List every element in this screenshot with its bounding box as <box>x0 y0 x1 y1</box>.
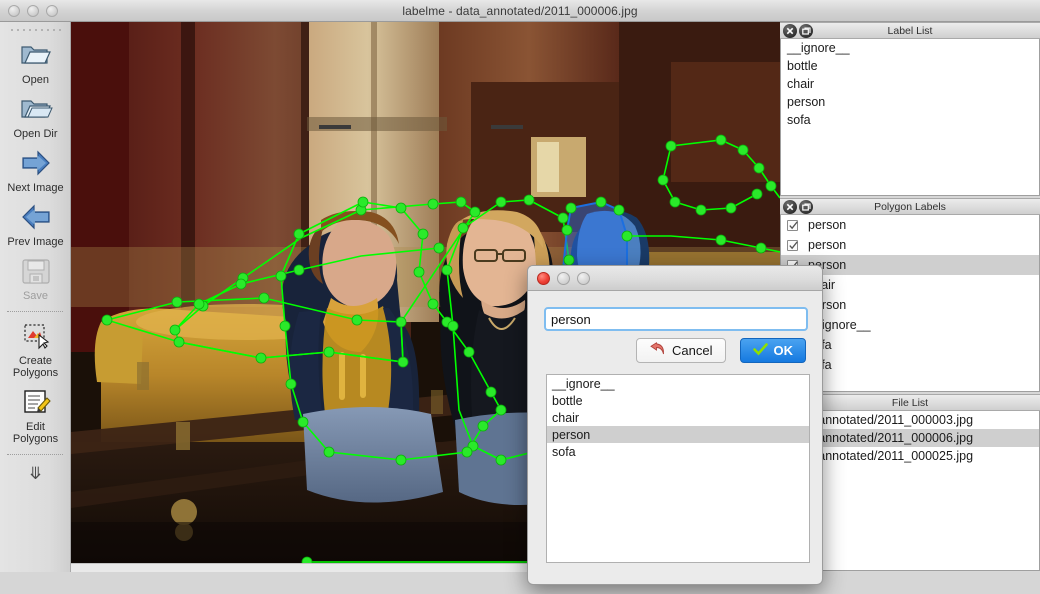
label-list-item-text: chair <box>787 77 815 91</box>
label-list-dock-buttons[interactable] <box>783 24 813 38</box>
edit-polygon-icon <box>19 385 53 419</box>
close-icon[interactable] <box>783 24 797 38</box>
toolbar-label-open: Open <box>22 74 49 86</box>
toolbar-drag-handle[interactable] <box>9 26 61 32</box>
toolbar-label-create-polygons: Create Polygons <box>12 355 59 379</box>
label-suggestion-list[interactable]: __ignore__ bottle chair person sofa <box>546 374 810 563</box>
label-option[interactable]: chair <box>547 409 809 426</box>
label-option-text: __ignore__ <box>552 376 615 391</box>
polygon-label-row[interactable]: person <box>781 215 1039 235</box>
visibility-checkbox[interactable] <box>787 239 798 251</box>
ok-button-label: OK <box>773 343 794 358</box>
float-window-icon[interactable] <box>799 24 813 38</box>
left-toolbar: Open Open Dir Next Image Prev Image Save… <box>0 22 71 572</box>
floppy-save-icon <box>19 254 53 288</box>
undo-arrow-icon <box>649 341 666 360</box>
toolbar-button-open-dir[interactable]: Open Dir <box>0 90 71 144</box>
label-list-item[interactable]: __ignore__ <box>781 39 1039 57</box>
label-option-text: bottle <box>552 393 583 408</box>
label-list-item[interactable]: sofa <box>781 111 1039 129</box>
polygon-labels-titlebar: Polygon Labels <box>780 198 1040 215</box>
label-option-selected[interactable]: person <box>547 426 809 443</box>
label-list-item-text: person <box>787 95 826 109</box>
dialog-traffic-lights[interactable] <box>537 272 590 285</box>
window-minimize-button[interactable] <box>27 5 39 17</box>
arrow-right-icon <box>19 146 53 180</box>
label-list-item[interactable]: bottle <box>781 57 1039 75</box>
polygon-label-text: person <box>808 218 847 232</box>
toolbar-label-prev-image: Prev Image <box>7 236 64 248</box>
polygon-label-text: person <box>808 238 847 252</box>
window-titlebar: labelme - data_annotated/2011_000006.jpg <box>0 0 1040 22</box>
chevron-double-down-icon[interactable]: ⤋ <box>0 460 71 484</box>
toolbar-separator <box>7 311 63 312</box>
ok-button[interactable]: OK <box>739 338 806 363</box>
polygon-labels-title: Polygon Labels <box>874 200 946 213</box>
polygon-labels-dock-buttons[interactable] <box>783 200 813 214</box>
window-title: labelme - data_annotated/2011_000006.jpg <box>402 3 638 18</box>
dialog-titlebar <box>528 266 822 291</box>
toolbar-button-create-polygons[interactable]: Create Polygons <box>0 317 71 383</box>
label-option-text: person <box>552 427 591 442</box>
label-list-item[interactable]: person <box>781 93 1039 111</box>
toolbar-button-edit-polygons[interactable]: Edit Polygons <box>0 383 71 449</box>
labelme-window: labelme - data_annotated/2011_000006.jpg… <box>0 0 1040 594</box>
create-polygon-icon <box>19 319 53 353</box>
toolbar-button-next-image[interactable]: Next Image <box>0 144 71 198</box>
label-list-body[interactable]: __ignore__ bottle chair person sofa <box>780 39 1040 196</box>
toolbar-button-open[interactable]: Open <box>0 36 71 90</box>
open-folder-icon <box>19 38 53 72</box>
label-option[interactable]: bottle <box>547 392 809 409</box>
toolbar-button-prev-image[interactable]: Prev Image <box>0 198 71 252</box>
dialog-close-button[interactable] <box>537 272 550 285</box>
label-list-panel: Label List __ignore__ bottle chair perso… <box>780 22 1040 196</box>
label-input-dialog[interactable]: person Cancel OK __ignore__ bottle chair… <box>527 265 823 585</box>
label-option-text: sofa <box>552 444 576 459</box>
label-option-text: chair <box>552 410 580 425</box>
window-zoom-button[interactable] <box>46 5 58 17</box>
dialog-minimize-button[interactable] <box>557 272 570 285</box>
label-list-item-text: __ignore__ <box>787 41 850 55</box>
label-list-item-text: bottle <box>787 59 818 73</box>
toolbar-button-save[interactable]: Save <box>0 252 71 306</box>
label-text-input[interactable]: person <box>544 307 808 331</box>
toolbar-separator <box>7 454 63 455</box>
toolbar-label-edit-polygons: Edit Polygons <box>12 421 59 445</box>
arrow-left-icon <box>19 200 53 234</box>
dialog-zoom-button[interactable] <box>577 272 590 285</box>
label-option[interactable]: __ignore__ <box>547 375 809 392</box>
polygon-label-row[interactable]: person <box>781 235 1039 255</box>
window-traffic-lights[interactable] <box>8 5 58 17</box>
close-icon[interactable] <box>783 200 797 214</box>
label-list-titlebar: Label List <box>780 22 1040 39</box>
cancel-button-label: Cancel <box>672 343 713 358</box>
label-list-item-text: sofa <box>787 113 811 127</box>
open-dir-folder-icon <box>19 92 53 126</box>
toolbar-label-next-image: Next Image <box>7 182 64 194</box>
label-list-item[interactable]: chair <box>781 75 1039 93</box>
dialog-button-row: Cancel OK <box>636 338 806 363</box>
label-text-input-value: person <box>551 311 591 327</box>
file-list-title: File List <box>891 396 929 409</box>
toolbar-label-save: Save <box>22 290 49 302</box>
label-list-title: Label List <box>887 24 933 37</box>
toolbar-label-open-dir: Open Dir <box>13 128 58 140</box>
check-icon <box>752 342 768 359</box>
label-option[interactable]: sofa <box>547 443 809 460</box>
float-window-icon[interactable] <box>799 200 813 214</box>
cancel-button[interactable]: Cancel <box>636 338 726 363</box>
visibility-checkbox[interactable] <box>787 219 798 231</box>
window-close-button[interactable] <box>8 5 20 17</box>
